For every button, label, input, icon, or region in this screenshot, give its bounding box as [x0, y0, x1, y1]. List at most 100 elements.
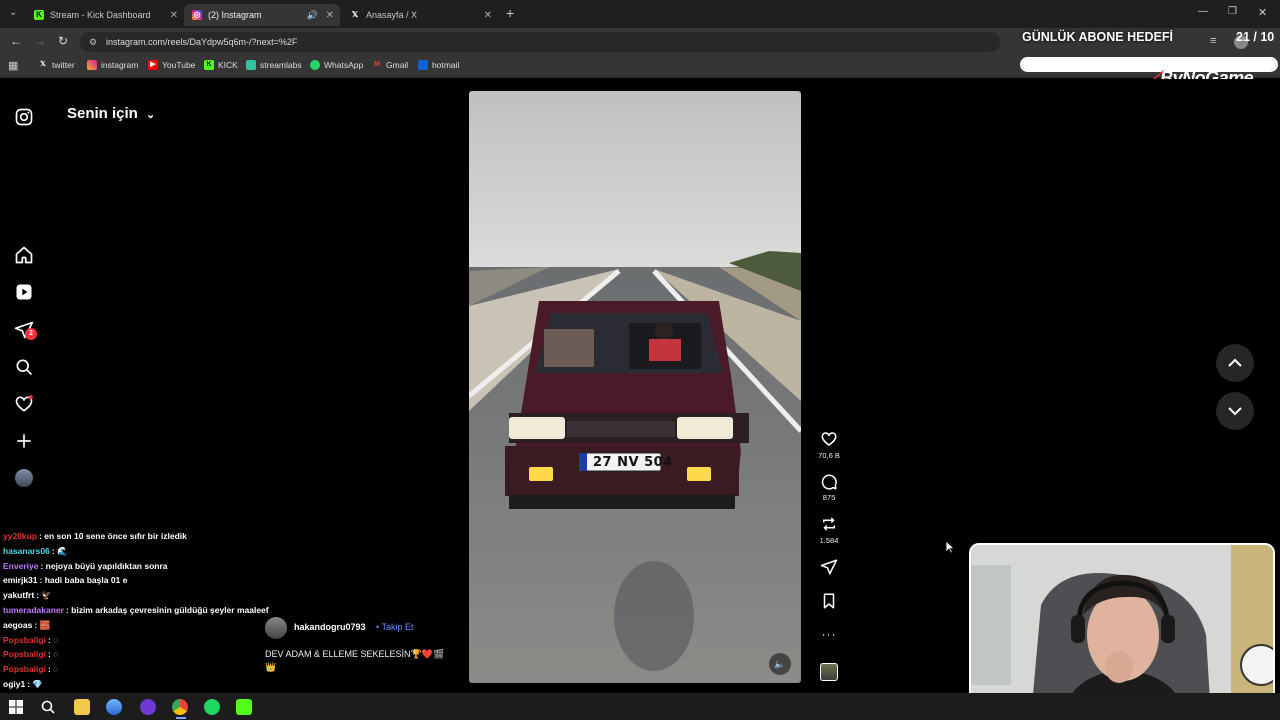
bookmark-whatsapp[interactable]: WhatsApp: [310, 60, 363, 70]
messages-button[interactable]: 2: [14, 320, 37, 340]
repost-icon[interactable]: [818, 515, 840, 533]
tab-instagram[interactable]: ◎ (2) Instagram 🔊 ✕: [184, 4, 340, 26]
tab-x[interactable]: 𝕏 Anasayfa / X ✕: [342, 4, 498, 26]
window-close-icon[interactable]: ✕: [1258, 6, 1267, 19]
chat-username[interactable]: ogiy1: [3, 679, 25, 689]
bookmark-twitter[interactable]: 𝕏twitter: [38, 60, 75, 70]
site-info-icon[interactable]: ⚙: [89, 32, 97, 52]
chat-text: : nejoya büyü yapıldıktan sonra: [40, 560, 168, 571]
outlook-icon: [418, 60, 428, 70]
chat-username[interactable]: aegoas: [3, 620, 32, 630]
bookmark-kick[interactable]: K KICK: [204, 60, 238, 70]
mute-button[interactable]: 🔈: [769, 653, 791, 675]
bookmark-gmail[interactable]: M Gmail: [372, 60, 408, 70]
speaker-icon[interactable]: 🔊: [307, 10, 318, 21]
chat-username[interactable]: emirjk31: [3, 575, 38, 585]
tab-kick-dashboard[interactable]: K Stream - Kick Dashboard ✕: [26, 4, 184, 26]
separator: •: [376, 622, 380, 632]
instagram-logo-icon[interactable]: [14, 107, 34, 127]
instagram-icon: [87, 60, 97, 70]
kick-icon: K: [204, 60, 214, 70]
app-icon[interactable]: [106, 699, 122, 715]
close-icon[interactable]: ✕: [326, 10, 334, 21]
more-options-icon[interactable]: ···: [818, 627, 840, 641]
kick-icon[interactable]: [236, 699, 252, 715]
chat-username[interactable]: Popsbaligi: [3, 635, 46, 645]
gmail-icon: M: [374, 61, 380, 68]
chat-username[interactable]: hasanars06: [3, 546, 50, 556]
file-explorer-icon[interactable]: [74, 699, 90, 715]
chat-message: emirjk31: hadi baba başla 01 e: [3, 575, 127, 585]
close-icon[interactable]: ✕: [170, 10, 178, 21]
chat-username[interactable]: yakutfrt: [3, 590, 34, 600]
chat-text: : 🧱: [34, 619, 51, 630]
extensions-icon[interactable]: ≡: [1210, 35, 1216, 47]
chat-message: yakutfrt: 🦅: [3, 590, 52, 601]
new-tab-icon[interactable]: +: [506, 5, 514, 21]
bookmark-youtube[interactable]: ▶ YouTube: [148, 60, 195, 70]
url-text: instagram.com/reels/DaYdpw5q6m-/?next=%2…: [106, 37, 298, 47]
youtube-icon: ▶: [148, 60, 158, 70]
chevron-down-icon: [1228, 407, 1242, 416]
create-icon[interactable]: [14, 431, 34, 451]
feed-title: Senin için: [67, 105, 138, 122]
chat-text: : ◌: [47, 664, 59, 675]
goal-title: GÜNLÜK ABONE HEDEFİ: [1022, 30, 1173, 44]
chat-message: tumeradakaner: bizim arkadaş çevresinin …: [3, 605, 269, 615]
forward-icon[interactable]: →: [34, 34, 46, 48]
next-reel-button[interactable]: [1216, 392, 1254, 430]
chat-username[interactable]: yy20kup: [3, 531, 37, 541]
audio-thumbnail[interactable]: [820, 663, 838, 681]
url-input[interactable]: ⚙ instagram.com/reels/DaYdpw5q6m-/?next=…: [80, 32, 1000, 52]
restore-icon[interactable]: ❐: [1228, 6, 1237, 17]
chat-message: ogiy1: 💎: [3, 679, 43, 690]
apps-icon[interactable]: ▦: [8, 59, 18, 72]
windows-start-icon[interactable]: [8, 699, 24, 715]
instagram-icon: ◎: [192, 10, 202, 20]
tab-search-icon[interactable]: ⌄: [9, 7, 17, 18]
chat-text: : hadi baba başla 01 e: [39, 575, 128, 586]
search-icon[interactable]: [14, 357, 34, 377]
back-icon[interactable]: ←: [10, 34, 22, 48]
reels-icon[interactable]: [14, 282, 34, 302]
reel-video[interactable]: 27 NV 504 🔈: [469, 91, 801, 683]
speaker-icon: 🔈: [774, 659, 786, 669]
like-icon[interactable]: [818, 430, 840, 448]
author-username[interactable]: hakandogru0793: [294, 622, 366, 632]
spotify-icon[interactable]: [204, 699, 220, 715]
home-icon[interactable]: [14, 245, 34, 265]
comment-icon[interactable]: [818, 473, 840, 491]
follow-button[interactable]: • Takip Et: [376, 622, 414, 632]
chat-text: : 🌊: [51, 545, 68, 556]
reel-caption: DEV ADAM & ELLEME SEKELESİN🏆❤️🎬 👑: [265, 649, 444, 673]
obs-icon[interactable]: [140, 699, 156, 715]
heart-icon[interactable]: [14, 394, 34, 414]
chat-message: yy20kup: en son 10 sene önce sıfır bir i…: [3, 531, 187, 541]
chrome-icon[interactable]: [172, 699, 188, 715]
chat-text: : 🦅: [36, 590, 52, 601]
bookmark-instagram[interactable]: instagram: [87, 60, 138, 70]
taskbar: [0, 693, 1280, 720]
webcam-feed: [969, 543, 1275, 715]
active-app-indicator: [176, 717, 186, 719]
like-count: 70,6 B: [818, 451, 840, 460]
chat-username[interactable]: tumeradakaner: [3, 605, 64, 615]
profile-avatar[interactable]: [15, 469, 33, 487]
bookmark-streamlabs[interactable]: streamlabs: [246, 60, 302, 70]
tab-label: (2) Instagram: [208, 10, 262, 20]
close-icon[interactable]: ✕: [484, 10, 492, 21]
minimize-icon[interactable]: —: [1198, 6, 1208, 17]
search-icon[interactable]: [40, 699, 56, 715]
chat-message: aegoas: 🧱: [3, 620, 50, 631]
share-icon[interactable]: [818, 558, 840, 576]
bookmark-icon[interactable]: [818, 592, 840, 610]
goal-count: 21 / 10: [1236, 30, 1275, 44]
author-avatar[interactable]: [265, 617, 287, 639]
chat-username[interactable]: Enveriye: [3, 561, 38, 571]
previous-reel-button[interactable]: [1216, 344, 1254, 382]
feed-selector[interactable]: Senin için ⌄: [67, 105, 155, 122]
bookmark-hotmail[interactable]: hotmail: [418, 60, 459, 70]
reload-icon[interactable]: ↻: [58, 34, 68, 48]
chat-username[interactable]: Popsbaligi: [3, 664, 46, 674]
chat-username[interactable]: Popsbaligi: [3, 649, 46, 659]
